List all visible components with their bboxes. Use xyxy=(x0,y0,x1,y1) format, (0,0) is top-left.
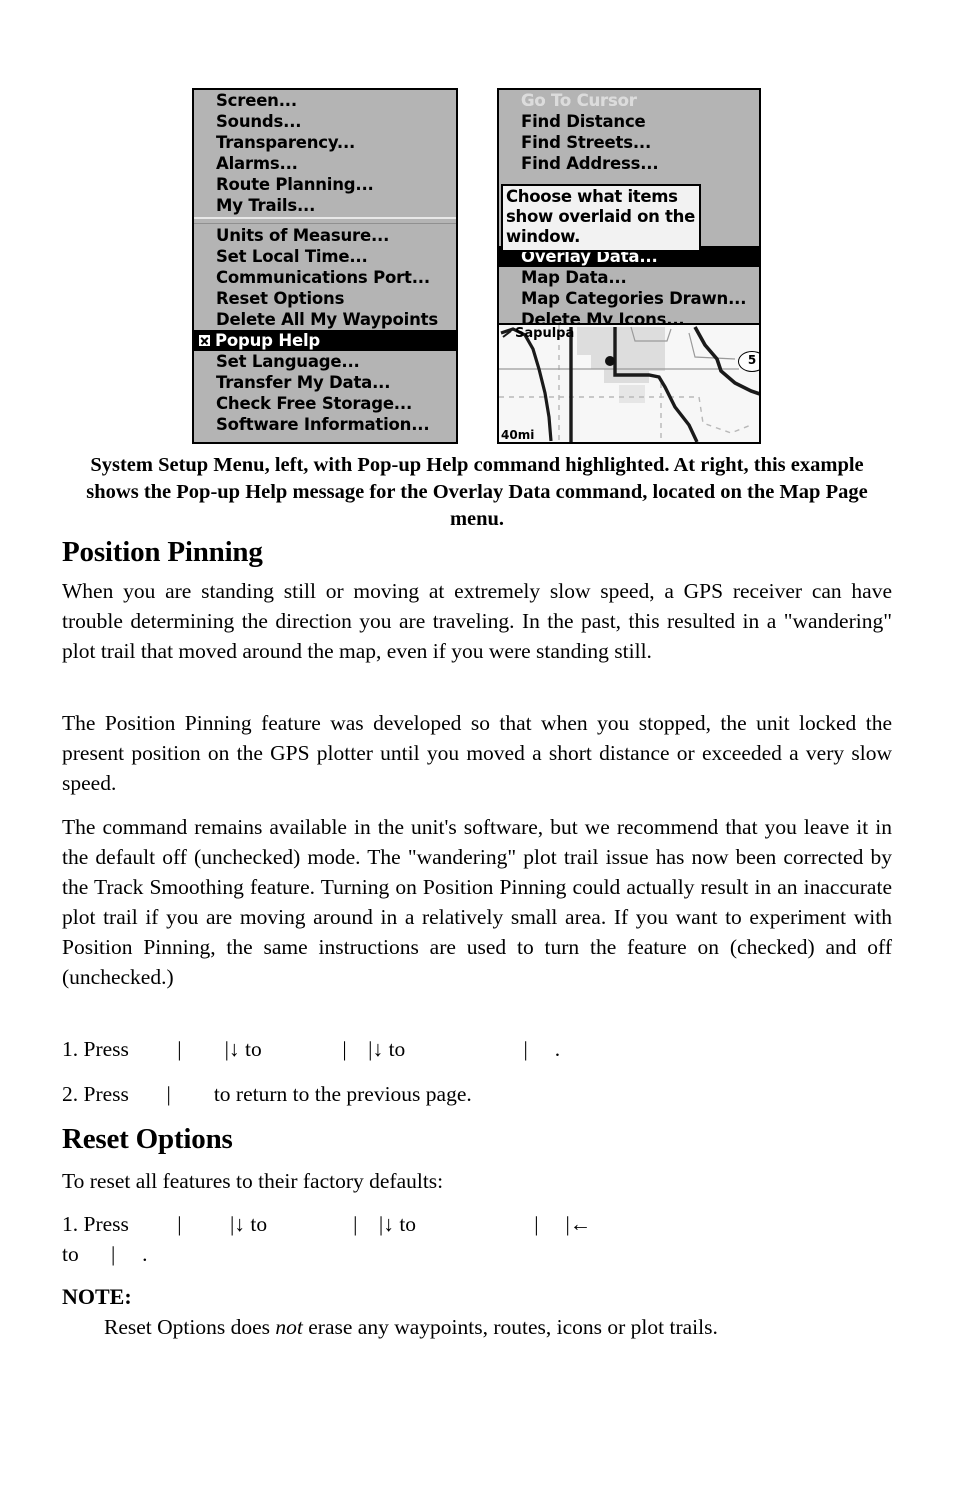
menu-item-alarms[interactable]: Alarms... xyxy=(194,153,456,174)
menu-item-software-information[interactable]: Software Information... xyxy=(194,414,456,435)
popup-help-checkbox-checked-icon[interactable] xyxy=(198,334,211,347)
menu-item-popup-help-label: Popup Help xyxy=(215,331,321,350)
system-setup-menu-list: Screen... Sounds... Transparency... Alar… xyxy=(194,90,456,435)
menu-item-communications-port[interactable]: Communications Port... xyxy=(194,267,456,288)
paragraph-reset-options-intro: To reset all features to their factory d… xyxy=(62,1169,444,1193)
instruction-step-pp-1: 1. Press | |↓ to | |↓ to | . xyxy=(62,1037,561,1061)
note-text-before: Reset Options does xyxy=(104,1315,276,1339)
popup-help-line-2: show overlaid on the xyxy=(506,207,695,226)
menu-item-set-local-time[interactable]: Set Local Time... xyxy=(194,246,456,267)
menu-item-find-distance[interactable]: Find Distance xyxy=(499,111,759,132)
page-heading-position-pinning: Position Pinning xyxy=(62,536,263,568)
menu-item-popup-help[interactable]: Popup Help xyxy=(194,330,456,351)
menu-item-map-categories-drawn[interactable]: Map Categories Drawn... xyxy=(499,288,759,309)
menu-item-sounds[interactable]: Sounds... xyxy=(194,111,456,132)
menu-group-divider xyxy=(194,217,456,224)
menu-item-find-streets[interactable]: Find Streets... xyxy=(499,132,759,153)
menu-item-screen[interactable]: Screen... xyxy=(194,90,456,111)
menu-item-map-data[interactable]: Map Data... xyxy=(499,267,759,288)
system-setup-menu-screenshot: Screen... Sounds... Transparency... Alar… xyxy=(192,88,458,444)
menu-item-check-free-storage[interactable]: Check Free Storage... xyxy=(194,393,456,414)
instruction-step-ro-1: 1. Press | |↓ to | |↓ to | |← xyxy=(62,1212,592,1236)
popup-help-message: Choose what items show overlaid on the w… xyxy=(501,184,701,252)
highway-shield-icon: 5 xyxy=(738,351,759,372)
figure-screenshots: Screen... Sounds... Transparency... Alar… xyxy=(0,86,954,448)
document-page: Screen... Sounds... Transparency... Alar… xyxy=(0,0,954,1487)
note-text-emphasis: not xyxy=(275,1315,303,1339)
page-heading-reset-options: Reset Options xyxy=(62,1123,233,1155)
paragraph-position-pinning-1: When you are standing still or moving at… xyxy=(62,579,892,663)
map-view[interactable]: Sapulpa 40mi 5 xyxy=(499,323,759,442)
note-text: Reset Options does not erase any waypoin… xyxy=(104,1312,894,1342)
instruction-step-ro-1-continuation: to | . xyxy=(62,1242,148,1266)
note-text-after: erase any waypoints, routes, icons or pl… xyxy=(302,1315,718,1339)
paragraph-position-pinning-3: The command remains available in the uni… xyxy=(62,815,892,989)
menu-item-delete-all-my-waypoints[interactable]: Delete All My Waypoints xyxy=(194,309,456,330)
map-scale-label: 40mi xyxy=(501,428,535,442)
menu-item-route-planning[interactable]: Route Planning... xyxy=(194,174,456,195)
map-page-menu-screenshot: Go To Cursor Find Distance Find Streets.… xyxy=(497,88,761,444)
map-graphic xyxy=(499,325,759,442)
figure-caption: System Setup Menu, left, with Pop-up Hel… xyxy=(86,454,868,530)
menu-item-reset-options[interactable]: Reset Options xyxy=(194,288,456,309)
map-town-label: Sapulpa xyxy=(515,326,575,341)
current-position-dot-icon xyxy=(605,356,615,366)
menu-item-transfer-my-data[interactable]: Transfer My Data... xyxy=(194,372,456,393)
instruction-step-pp-2: 2. Press | to return to the previous pag… xyxy=(62,1082,472,1106)
menu-item-units-of-measure[interactable]: Units of Measure... xyxy=(194,225,456,246)
menu-item-go-to-cursor[interactable]: Go To Cursor xyxy=(499,90,759,111)
note-label: NOTE: xyxy=(62,1284,132,1309)
paragraph-position-pinning-2: The Position Pinning feature was develop… xyxy=(62,711,892,795)
menu-item-transparency[interactable]: Transparency... xyxy=(194,132,456,153)
popup-help-line-1: Choose what items xyxy=(506,187,678,206)
menu-item-find-address[interactable]: Find Address... xyxy=(499,153,759,174)
menu-item-set-language[interactable]: Set Language... xyxy=(194,351,456,372)
popup-help-line-3: window. xyxy=(506,227,581,246)
menu-item-my-trails[interactable]: My Trails... xyxy=(194,195,456,216)
